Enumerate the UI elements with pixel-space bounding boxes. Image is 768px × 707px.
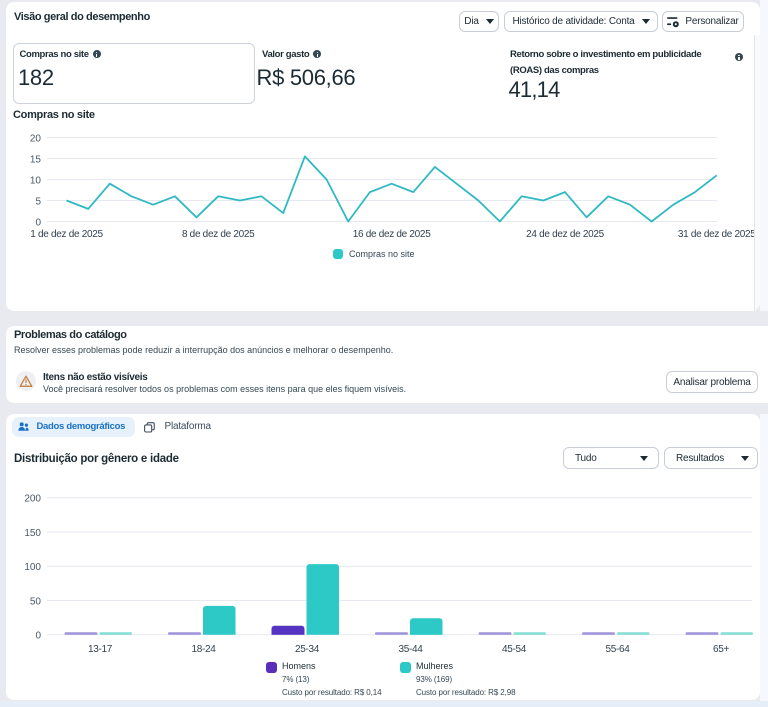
svg-text:150: 150 xyxy=(24,528,41,539)
svg-text:0: 0 xyxy=(35,218,41,229)
svg-text:24 de dez de 2025: 24 de dez de 2025 xyxy=(526,229,604,240)
svg-text:16 de dez de 2025: 16 de dez de 2025 xyxy=(353,229,431,240)
svg-text:65+: 65+ xyxy=(713,644,730,655)
svg-text:55-64: 55-64 xyxy=(605,644,630,655)
svg-text:20: 20 xyxy=(30,134,42,145)
svg-text:31 de dez de 2025: 31 de dez de 2025 xyxy=(678,229,754,240)
svg-text:45-54: 45-54 xyxy=(502,644,527,655)
svg-text:25-34: 25-34 xyxy=(295,644,320,655)
svg-text:0: 0 xyxy=(35,631,41,642)
svg-text:100: 100 xyxy=(24,562,41,573)
svg-text:1 de dez de 2025: 1 de dez de 2025 xyxy=(30,229,103,240)
svg-text:18-24: 18-24 xyxy=(191,644,216,655)
svg-text:10: 10 xyxy=(30,176,42,187)
svg-text:35-44: 35-44 xyxy=(398,644,423,655)
svg-text:13-17: 13-17 xyxy=(88,644,113,655)
svg-text:50: 50 xyxy=(30,596,42,607)
svg-text:5: 5 xyxy=(35,197,41,208)
svg-text:200: 200 xyxy=(24,494,41,505)
svg-text:8 de dez de 2025: 8 de dez de 2025 xyxy=(182,229,255,240)
svg-text:15: 15 xyxy=(30,155,42,166)
